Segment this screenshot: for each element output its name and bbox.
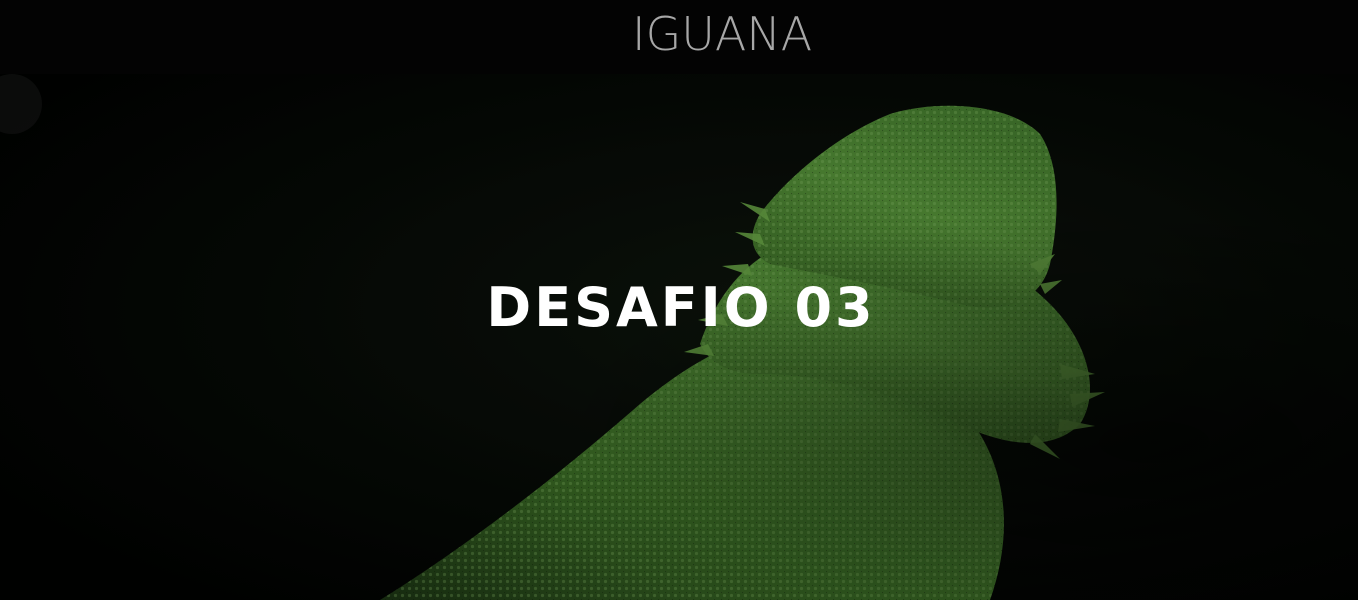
site-header: IGUANA <box>0 0 1358 74</box>
hero-banner: DESAFIO 03 <box>0 74 1358 600</box>
site-logo[interactable]: IGUANA <box>632 6 812 62</box>
hero-title: DESAFIO 03 <box>486 276 876 339</box>
